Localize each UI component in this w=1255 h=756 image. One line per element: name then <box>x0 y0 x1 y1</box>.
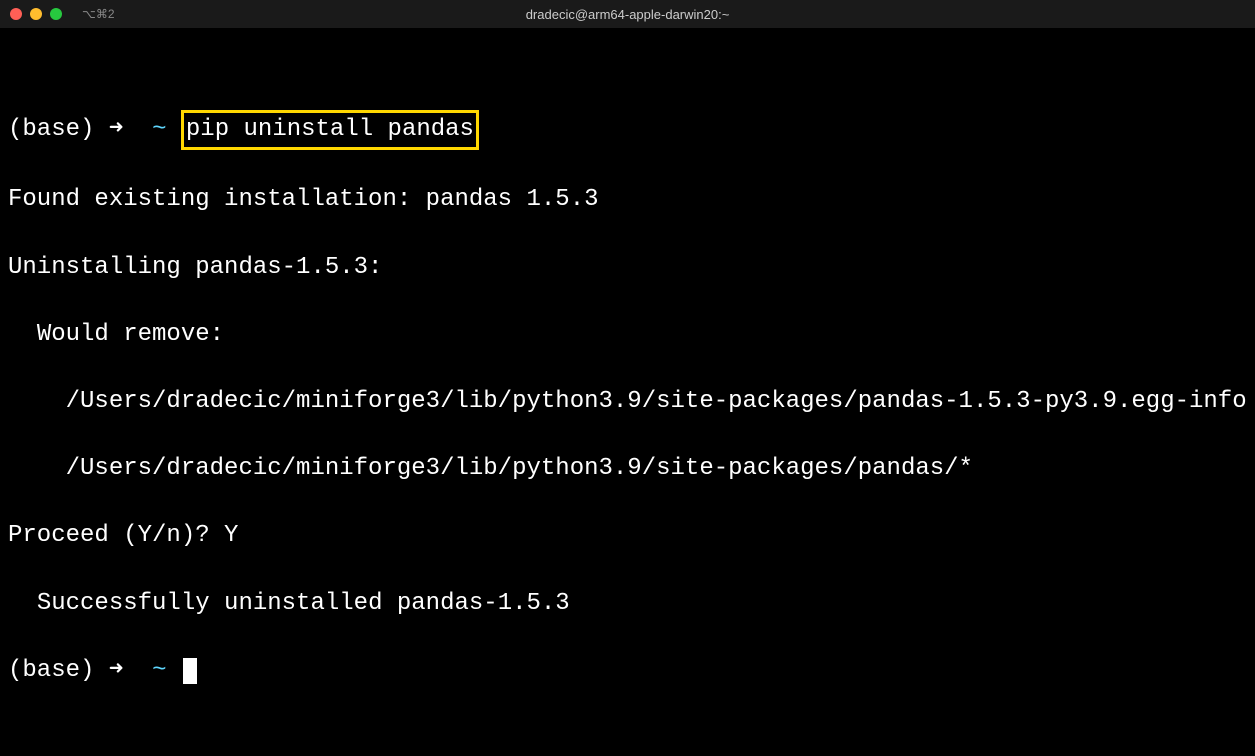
output-line: Proceed (Y/n)? Y <box>8 519 1247 553</box>
minimize-window-button[interactable] <box>30 8 42 20</box>
output-line: Found existing installation: pandas 1.5.… <box>8 183 1247 217</box>
cursor <box>183 658 197 684</box>
prompt-arrow: ➜ <box>109 116 123 143</box>
terminal-body[interactable]: (base) ➜ ~ pip uninstall pandas Found ex… <box>0 28 1255 736</box>
prompt-arrow: ➜ <box>109 657 123 684</box>
output-line: Successfully uninstalled pandas-1.5.3 <box>8 587 1247 621</box>
prompt-line-1: (base) ➜ ~ pip uninstall pandas <box>8 110 1247 150</box>
traffic-lights <box>10 8 62 20</box>
highlighted-command: pip uninstall pandas <box>181 110 479 150</box>
window-title: dradecic@arm64-apple-darwin20:~ <box>526 7 730 22</box>
output-line: Would remove: <box>8 318 1247 352</box>
maximize-window-button[interactable] <box>50 8 62 20</box>
prompt-path: ~ <box>152 116 166 143</box>
env-label: (base) <box>8 657 94 684</box>
tab-label: ⌥⌘2 <box>82 7 115 21</box>
prompt-line-2: (base) ➜ ~ <box>8 654 1247 688</box>
output-line: /Users/dradecic/miniforge3/lib/python3.9… <box>8 452 1247 486</box>
env-label: (base) <box>8 116 94 143</box>
output-line: Uninstalling pandas-1.5.3: <box>8 251 1247 285</box>
close-window-button[interactable] <box>10 8 22 20</box>
output-line: /Users/dradecic/miniforge3/lib/python3.9… <box>8 385 1247 419</box>
prompt-path: ~ <box>152 657 166 684</box>
command-text: pip uninstall pandas <box>186 116 474 143</box>
titlebar: ⌥⌘2 dradecic@arm64-apple-darwin20:~ <box>0 0 1255 28</box>
